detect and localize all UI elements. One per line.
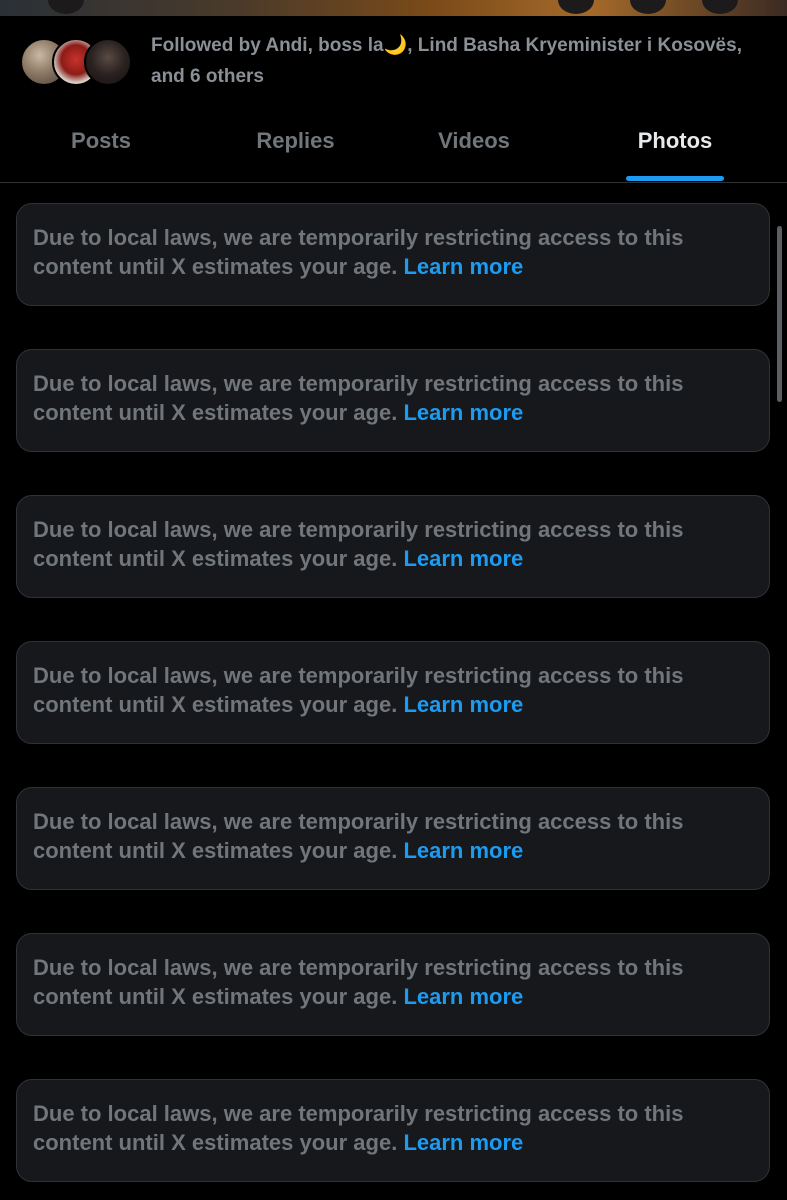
tabs-divider — [0, 182, 787, 183]
followed-by-section[interactable]: Followed by Andi, boss la🌙, Lind Basha K… — [18, 30, 778, 100]
tab-replies[interactable]: Replies — [228, 110, 363, 172]
tab-photos[interactable]: Photos — [614, 110, 736, 172]
scrollbar[interactable] — [777, 226, 782, 402]
notice-text: Due to local laws, we are temporarily re… — [33, 225, 684, 279]
learn-more-link[interactable]: Learn more — [403, 400, 523, 425]
restricted-content-notice: Due to local laws, we are temporarily re… — [16, 787, 770, 890]
tab-posts[interactable]: Posts — [40, 110, 162, 172]
banner-button[interactable] — [630, 0, 666, 14]
active-tab-indicator — [626, 176, 724, 181]
notice-text: Due to local laws, we are temporarily re… — [33, 517, 684, 571]
learn-more-link[interactable]: Learn more — [403, 838, 523, 863]
restricted-content-notice: Due to local laws, we are temporarily re… — [16, 349, 770, 452]
restricted-content-notice: Due to local laws, we are temporarily re… — [16, 1079, 770, 1182]
banner-button[interactable] — [48, 0, 84, 14]
notice-text: Due to local laws, we are temporarily re… — [33, 955, 684, 1009]
profile-banner-strip — [0, 0, 787, 16]
restricted-content-notice: Due to local laws, we are temporarily re… — [16, 495, 770, 598]
restricted-content-notice: Due to local laws, we are temporarily re… — [16, 933, 770, 1036]
notice-text: Due to local laws, we are temporarily re… — [33, 809, 684, 863]
notice-text: Due to local laws, we are temporarily re… — [33, 663, 684, 717]
learn-more-link[interactable]: Learn more — [403, 254, 523, 279]
notice-text: Due to local laws, we are temporarily re… — [33, 371, 684, 425]
restricted-content-notice: Due to local laws, we are temporarily re… — [16, 641, 770, 744]
followed-by-text[interactable]: Followed by Andi, boss la🌙, Lind Basha K… — [151, 30, 751, 92]
profile-tabs: Posts Replies Videos Photos — [0, 110, 787, 182]
learn-more-link[interactable]: Learn more — [403, 692, 523, 717]
restricted-content-notice: Due to local laws, we are temporarily re… — [16, 203, 770, 306]
follower-avatars[interactable] — [18, 38, 138, 90]
avatar[interactable] — [84, 38, 132, 86]
banner-button[interactable] — [702, 0, 738, 14]
learn-more-link[interactable]: Learn more — [403, 984, 523, 1009]
learn-more-link[interactable]: Learn more — [403, 546, 523, 571]
notice-text: Due to local laws, we are temporarily re… — [33, 1101, 684, 1155]
banner-button[interactable] — [558, 0, 594, 14]
tab-videos[interactable]: Videos — [414, 110, 534, 172]
learn-more-link[interactable]: Learn more — [403, 1130, 523, 1155]
